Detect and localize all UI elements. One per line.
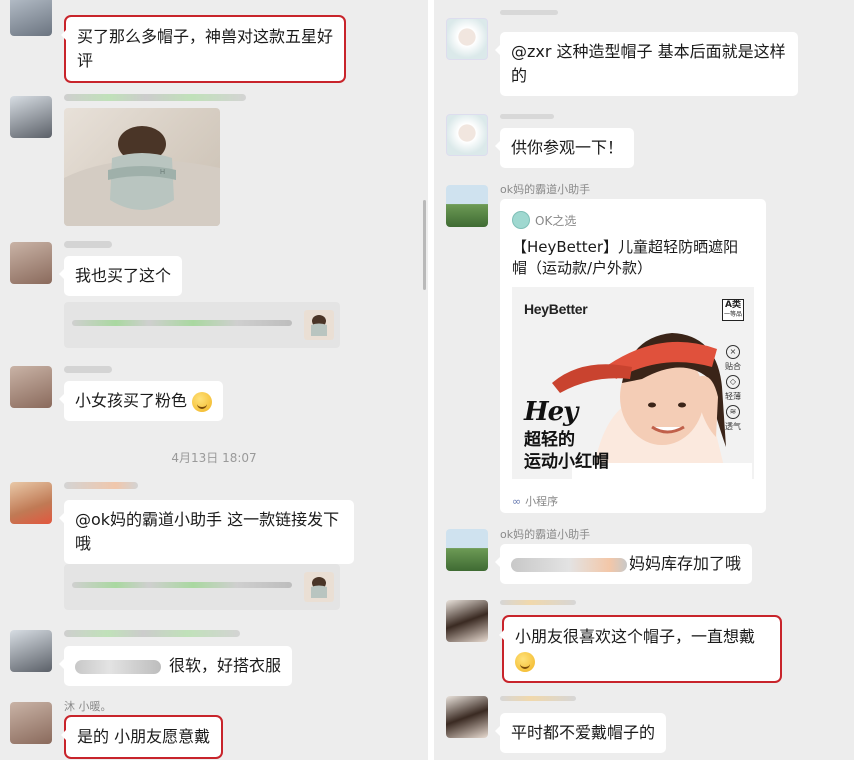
- slogan-script: Hey: [524, 397, 578, 427]
- message-bubble[interactable]: 是的 小朋友愿意戴: [60, 715, 224, 759]
- sender-name-blurred: [64, 366, 112, 373]
- message-text: 买了那么多帽子，神兽对这款五星好评: [77, 27, 334, 70]
- message-bubble[interactable]: 供你参观一下！: [494, 128, 635, 168]
- sender-name-blurred: [64, 241, 112, 248]
- slogan: 超轻的 运动小红帽: [524, 430, 609, 472]
- sender-name-blurred: [64, 94, 246, 101]
- link-card-blurred[interactable]: [64, 302, 340, 348]
- left-chat-panel: 买了那么多帽子，神兽对这款五星好评 H 我也买了这个 小女孩买了粉色 4月13日…: [0, 0, 428, 760]
- avatar[interactable]: [446, 18, 488, 60]
- ok-logo-icon: [512, 211, 530, 229]
- product-image: HeyBetter A类 一等品 × 贴合 ◇ 轻薄 ≋ 透气 Hey 超轻的 运动小…: [512, 287, 754, 479]
- photo-message[interactable]: H: [64, 108, 220, 226]
- message-bubble[interactable]: @zxr 这种造型帽子 基本后面就是这样的: [495, 32, 798, 96]
- message-bubble[interactable]: 我也买了这个: [58, 256, 183, 296]
- message-text: 小朋友很喜欢这个帽子，一直想戴: [515, 627, 756, 646]
- mini-program-label: 小程序: [525, 495, 559, 508]
- message-bubble[interactable]: @ok妈的霸道小助手 这一款链接发下哦: [59, 500, 354, 564]
- avatar[interactable]: [10, 482, 52, 524]
- message-text: 我也买了这个: [75, 266, 172, 285]
- avatar[interactable]: [10, 366, 52, 408]
- sender-name-blurred: [64, 482, 138, 489]
- message-text: 妈妈库存加了哦: [629, 554, 742, 573]
- sender-name: ok妈的霸道小助手: [500, 183, 591, 196]
- mini-program-source: OK之选: [512, 211, 576, 229]
- sender-name-blurred: [64, 630, 240, 637]
- avatar[interactable]: [10, 702, 52, 744]
- sender-name-blurred: [500, 114, 554, 119]
- mini-program-footer: ∞ 小程序: [512, 493, 558, 509]
- avatar[interactable]: [446, 185, 488, 227]
- link-title-blurred: [72, 582, 292, 588]
- link-card-blurred[interactable]: [64, 564, 340, 610]
- link-title-blurred: [72, 320, 292, 326]
- message-bubble[interactable]: 小朋友很喜欢这个帽子，一直想戴: [499, 615, 782, 683]
- link-thumbnail: [304, 572, 334, 602]
- message-text: 平时都不爱戴帽子的: [511, 723, 656, 742]
- message-bubble[interactable]: 买了那么多帽子，神兽对这款五星好评: [61, 15, 346, 83]
- sender-name-blurred: [500, 696, 576, 701]
- grinning-emoji-icon: [515, 651, 535, 672]
- message-text: 很软，好搭衣服: [169, 656, 282, 675]
- feature-fit-icon: × 贴合: [725, 345, 741, 371]
- avatar[interactable]: [446, 696, 488, 738]
- avatar[interactable]: [10, 0, 52, 36]
- link-thumbnail: [304, 310, 334, 340]
- feature-breathable-icon: ≋ 透气: [725, 405, 741, 431]
- thinking-emoji-icon: [192, 391, 213, 412]
- message-text: 供你参观一下！: [511, 138, 624, 157]
- message-text: 小女孩买了粉色: [75, 391, 188, 410]
- message-bubble[interactable]: 很软，好搭衣服: [58, 646, 293, 686]
- message-text: @zxr 这种造型帽子 基本后面就是这样的: [511, 42, 786, 85]
- product-brand: HeyBetter: [524, 301, 588, 317]
- sender-name: ok妈的霸道小助手: [500, 528, 591, 541]
- chat-timestamp: 4月13日 18:07: [171, 451, 257, 465]
- grade-badge: A类 一等品: [722, 299, 744, 321]
- message-text-blurred: [75, 659, 161, 674]
- avatar[interactable]: [10, 630, 52, 672]
- mini-program-card[interactable]: OK之选 【HeyBetter】儿童超轻防晒遮阳帽（运动款/户外款） HeyBe…: [500, 199, 766, 513]
- scrollbar[interactable]: [423, 200, 426, 290]
- mini-program-title: 【HeyBetter】儿童超轻防晒遮阳帽（运动款/户外款）: [512, 238, 739, 277]
- child-cap-photo-illustration: H: [64, 126, 220, 226]
- avatar[interactable]: [446, 529, 488, 571]
- mini-program-source-name: OK之选: [535, 213, 577, 228]
- message-bubble[interactable]: 小女孩买了粉色: [58, 381, 224, 421]
- svg-text:H: H: [160, 169, 165, 176]
- message-bubble[interactable]: 平时都不爱戴帽子的: [494, 713, 667, 753]
- sender-name-blurred: [500, 10, 558, 15]
- feature-light-icon: ◇ 轻薄: [725, 375, 741, 401]
- message-text: 是的 小朋友愿意戴: [77, 727, 211, 746]
- avatar[interactable]: [446, 114, 488, 156]
- message-text: @ok妈的霸道小助手 这一款链接发下哦: [75, 510, 340, 553]
- mini-program-icon: ∞: [512, 494, 522, 508]
- message-text-blurred: [511, 557, 627, 572]
- message-bubble[interactable]: 妈妈库存加了哦: [494, 544, 753, 584]
- avatar[interactable]: [10, 96, 52, 138]
- sender-name-blurred: [500, 600, 576, 605]
- sender-name: 沐 小暖。: [64, 700, 112, 713]
- avatar[interactable]: [10, 242, 52, 284]
- avatar[interactable]: [446, 600, 488, 642]
